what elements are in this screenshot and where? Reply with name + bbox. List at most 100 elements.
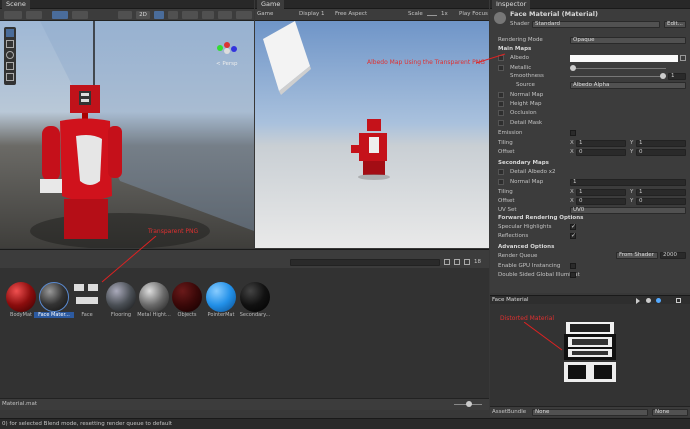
mode-2d-button[interactable]: 2D (136, 11, 150, 19)
scene-gizmo[interactable] (212, 33, 242, 63)
offset2-y-field[interactable]: 0 (636, 198, 686, 205)
eyedropper-icon[interactable] (680, 55, 686, 61)
tab-inspector[interactable]: Inspector (492, 0, 531, 9)
tiling2-x-field[interactable]: 1 (576, 189, 626, 196)
material-thumb-7[interactable] (240, 282, 270, 312)
preview-sphere-icon[interactable] (646, 298, 651, 303)
material-thumb-6[interactable] (206, 282, 236, 312)
gizmo-tool-button[interactable] (4, 11, 22, 19)
tiling-y-field[interactable]: 1 (636, 140, 686, 147)
detail-mask-slot[interactable] (498, 120, 504, 126)
height-map-slot[interactable] (498, 101, 504, 107)
project-search-input[interactable] (290, 259, 440, 266)
gizmos-button[interactable] (236, 11, 252, 19)
hand-tool-icon[interactable] (6, 29, 14, 37)
metallic-slider[interactable] (570, 68, 666, 69)
material-thumb-1[interactable] (39, 282, 69, 312)
material-thumb-3[interactable] (106, 282, 136, 312)
smoothness-slider[interactable] (570, 76, 666, 77)
scene-visibility-button[interactable] (202, 11, 214, 19)
preview-menu-icon[interactable] (676, 298, 681, 303)
favorite-icon[interactable] (464, 259, 470, 265)
material-thumb-0[interactable] (6, 282, 36, 312)
source-label: Source (516, 82, 535, 88)
normal-map2-field[interactable]: 1 (570, 179, 686, 186)
normal-map2-label: Normal Map (510, 179, 544, 185)
assetbundle-dropdown[interactable]: None (532, 409, 648, 416)
reflections-label: Reflections (498, 233, 529, 239)
fx-button[interactable] (182, 11, 198, 19)
shading-button[interactable] (118, 11, 132, 19)
offset2-x-field[interactable]: 0 (576, 198, 626, 205)
offset-y-field[interactable]: 0 (636, 149, 686, 156)
material-title: Face Material (Material) (510, 10, 599, 18)
face-texture-mouth (76, 297, 98, 304)
aspect-dropdown[interactable]: Free Aspect (335, 11, 367, 18)
albedo-color-swatch[interactable] (570, 55, 678, 62)
double-sided-gi-checkbox[interactable] (570, 272, 576, 278)
normal-map-slot[interactable] (498, 92, 504, 98)
emission-label: Emission (498, 130, 523, 136)
pivot-button[interactable] (26, 11, 42, 19)
scene-view[interactable]: < Persp (0, 21, 254, 248)
material-thumb-4[interactable] (139, 282, 169, 312)
emission-checkbox[interactable] (570, 130, 576, 136)
albedo-arrow (476, 53, 506, 64)
scale-slider[interactable] (427, 15, 437, 16)
camera-button[interactable] (218, 11, 232, 19)
material-thumb-2[interactable] (72, 282, 102, 312)
scene-toolbar: 2D (0, 9, 254, 21)
tiling-x-field[interactable]: 1 (576, 140, 626, 147)
persp-label[interactable]: < Persp (216, 61, 237, 68)
hidden-count: 18 (474, 259, 481, 265)
render-queue-dropdown[interactable]: From Shader (616, 252, 658, 259)
tab-game[interactable]: Game (257, 0, 285, 9)
filter-label-icon[interactable] (454, 259, 460, 265)
assetbundle-variant-dropdown[interactable]: None (652, 409, 688, 416)
audio-button[interactable] (168, 11, 178, 19)
detail-albedo-label: Detail Albedo x2 (510, 169, 556, 175)
reflections-checkbox[interactable]: ✓ (570, 233, 576, 239)
offset2-x-label: X (570, 198, 574, 204)
smoothness-slider-handle[interactable] (660, 73, 666, 79)
render-queue-field[interactable]: 2000 (660, 252, 686, 259)
detail-albedo-slot[interactable] (498, 169, 504, 175)
game-view[interactable]: Albedo Map Using the Transparent PNG (255, 21, 489, 248)
tab-scene[interactable]: Scene (2, 0, 30, 9)
height-map-label: Height Map (510, 101, 542, 107)
play-focused-dropdown[interactable]: Play Focus (459, 11, 488, 18)
game-toolbar: Game Display 1 Free Aspect Scale 1x Play… (255, 9, 489, 21)
filter-type-icon[interactable] (444, 259, 450, 265)
lighting-button[interactable] (154, 11, 164, 19)
smoothness-value-field[interactable]: 1 (668, 73, 686, 80)
material-thumb-5[interactable] (172, 282, 202, 312)
offset-x-field[interactable]: 0 (576, 149, 626, 156)
preview-header: Face Material (490, 295, 690, 304)
main-maps-header: Main Maps (498, 46, 532, 52)
gpu-instancing-checkbox[interactable] (570, 263, 576, 269)
metallic-slider-handle[interactable] (570, 65, 576, 71)
grid-button[interactable] (52, 11, 68, 19)
specular-highlights-checkbox[interactable]: ✓ (570, 224, 576, 230)
move-tool-icon[interactable] (6, 40, 14, 48)
rendering-mode-dropdown[interactable]: Opaque (570, 37, 686, 44)
preview-light-icon[interactable] (656, 298, 661, 303)
scale-tool-icon[interactable] (6, 62, 14, 70)
uv-set-dropdown[interactable]: UV0 (570, 207, 686, 214)
rotate-tool-icon[interactable] (6, 51, 14, 59)
assetbundle-label: AssetBundle (492, 409, 527, 415)
rect-tool-icon[interactable] (6, 73, 14, 81)
source-dropdown[interactable]: Albedo Alpha (570, 82, 686, 89)
display-mode-dropdown[interactable]: Game (257, 11, 273, 18)
metallic-slot[interactable] (498, 65, 504, 71)
snap-button[interactable] (72, 11, 88, 19)
shader-edit-button[interactable]: Edit... (664, 21, 686, 28)
rendering-mode-label: Rendering Mode (498, 37, 543, 43)
normal-map2-slot[interactable] (498, 179, 504, 185)
thumbnail-size-handle[interactable] (466, 401, 472, 407)
occlusion-slot[interactable] (498, 110, 504, 116)
display-dropdown[interactable]: Display 1 (299, 11, 325, 18)
tiling2-y-field[interactable]: 1 (636, 189, 686, 196)
project-panel: 18 BodyMat Face Mater... Face Flooring M… (0, 228, 489, 410)
shader-dropdown[interactable]: Standard (532, 21, 660, 28)
